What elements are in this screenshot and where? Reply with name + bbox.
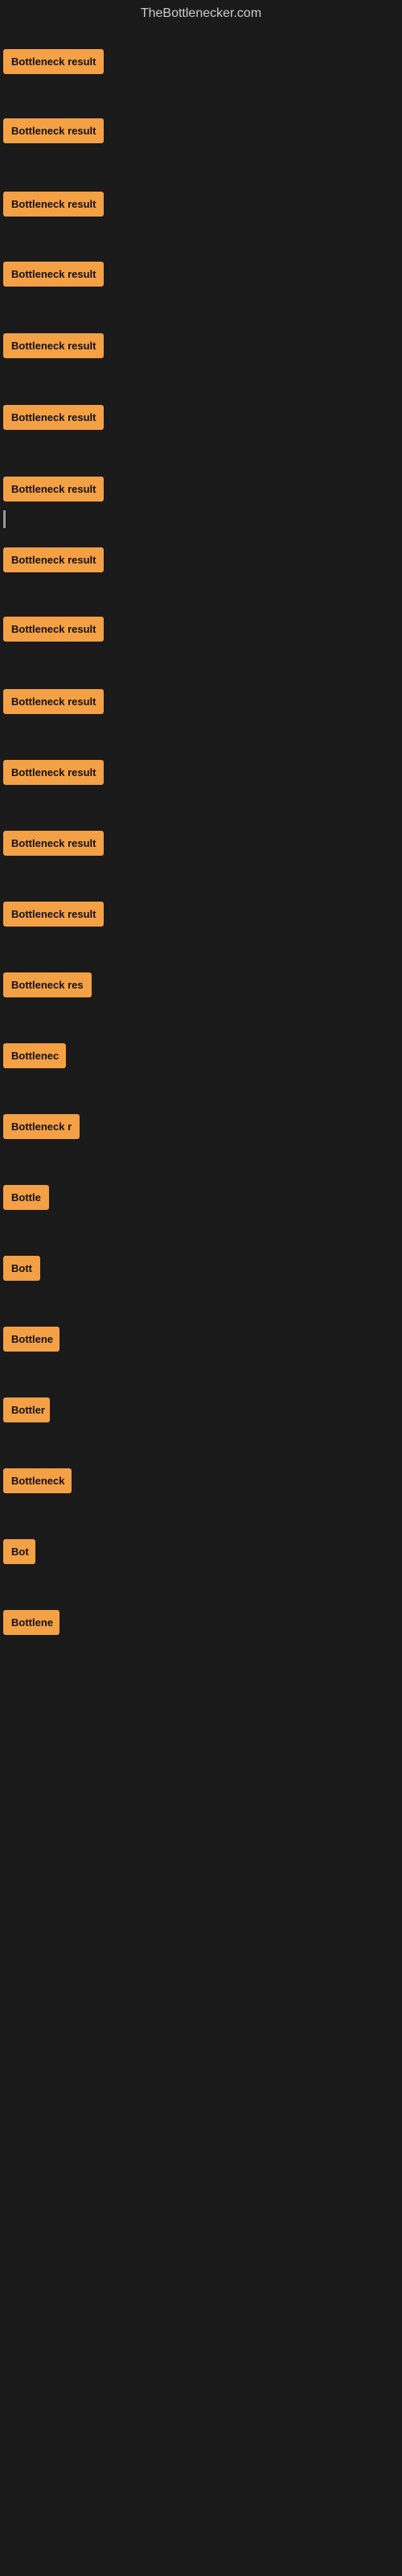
bottleneck-item-18: Bott	[0, 1253, 43, 1284]
bottleneck-badge-19[interactable]: Bottlene	[3, 1327, 59, 1352]
bottleneck-badge-17[interactable]: Bottle	[3, 1185, 49, 1210]
bottleneck-badge-23[interactable]: Bottlene	[3, 1610, 59, 1635]
bottleneck-badge-18[interactable]: Bott	[3, 1256, 40, 1281]
bottleneck-item-15: Bottlenec	[0, 1040, 69, 1071]
cursor-line	[3, 510, 6, 528]
bottleneck-item-20: Bottler	[0, 1394, 53, 1426]
site-title: TheBottlenecker.com	[0, 0, 402, 27]
bottleneck-badge-16[interactable]: Bottleneck r	[3, 1114, 80, 1139]
bottleneck-item-17: Bottle	[0, 1182, 52, 1213]
bottleneck-badge-15[interactable]: Bottlenec	[3, 1043, 66, 1068]
bottleneck-badge-22[interactable]: Bot	[3, 1539, 35, 1564]
bottleneck-item-23: Bottlene	[0, 1607, 63, 1638]
bottleneck-badge-21[interactable]: Bottleneck	[3, 1468, 72, 1493]
bottleneck-item-22: Bot	[0, 1536, 39, 1567]
bottom-area	[0, 27, 402, 993]
bottleneck-item-21: Bottleneck	[0, 1465, 75, 1496]
bottleneck-item-16: Bottleneck r	[0, 1111, 83, 1142]
bottleneck-item-19: Bottlene	[0, 1323, 63, 1355]
bottleneck-badge-20[interactable]: Bottler	[3, 1397, 50, 1422]
page-wrapper: TheBottlenecker.com Bottleneck resultBot…	[0, 0, 402, 2576]
